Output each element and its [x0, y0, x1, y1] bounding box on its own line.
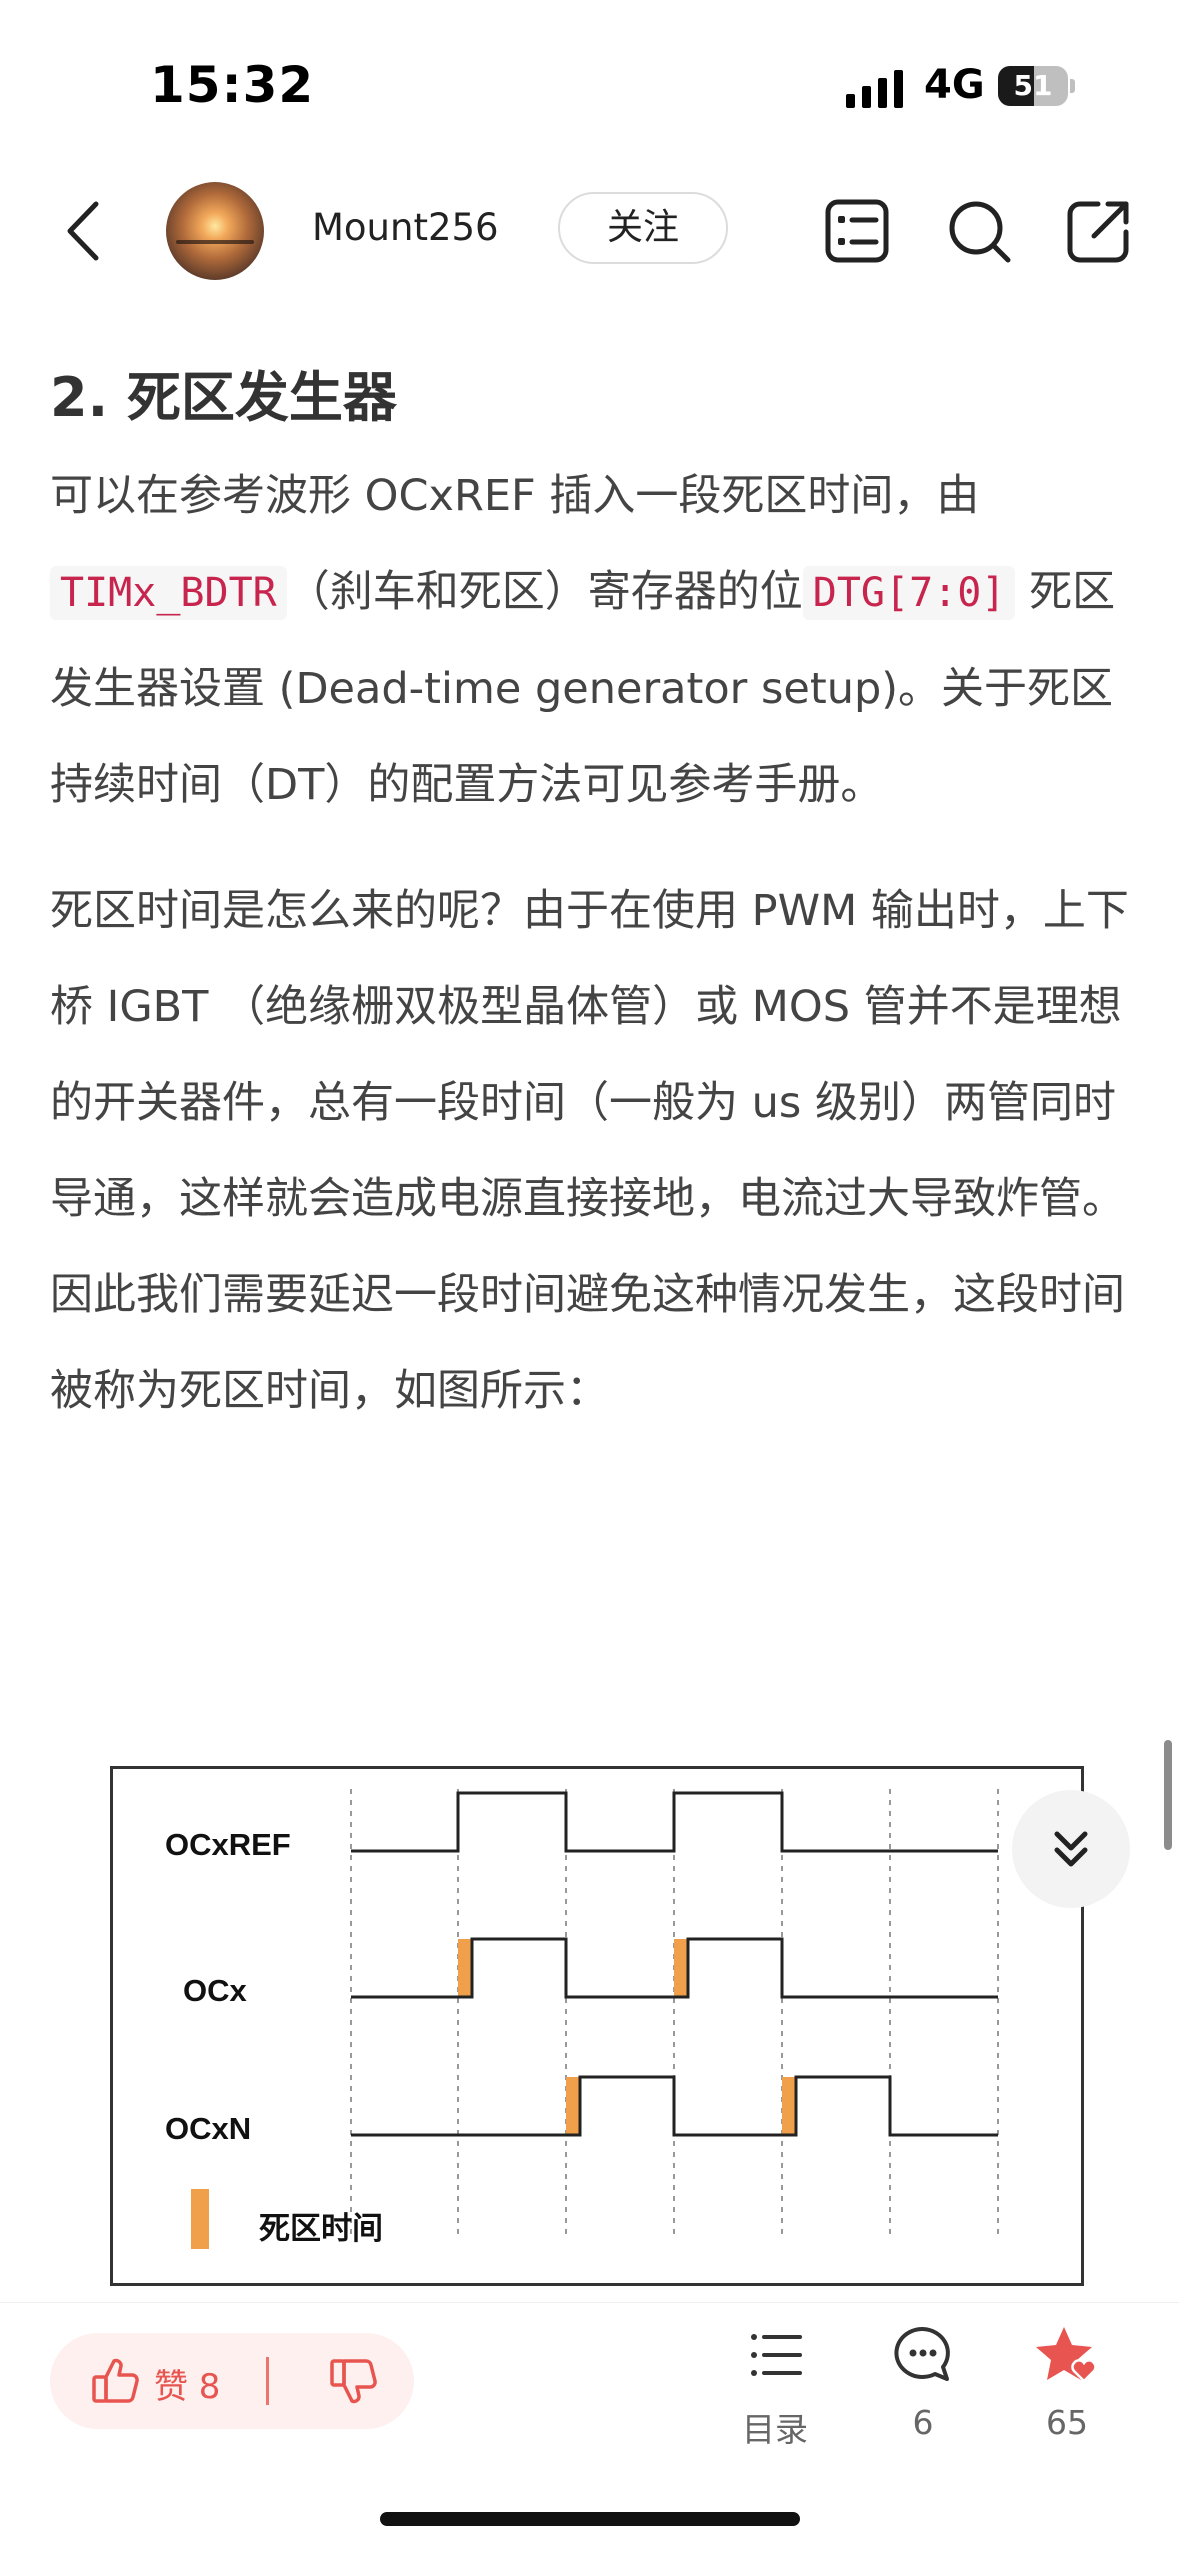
article-body: 2. 死区发生器 可以在参考波形 OCxREF 插入一段死区时间，由 TIMx_…	[50, 360, 1140, 1439]
legend-label: 死区时间	[259, 2211, 383, 2246]
reaction-pill: 赞 8	[50, 2333, 414, 2429]
deadtime-mark	[566, 2077, 580, 2135]
list-icon[interactable]	[822, 196, 892, 266]
dislike-button[interactable]	[306, 2333, 402, 2429]
deadtime-mark	[782, 2077, 796, 2135]
like-count-label: 赞 8	[154, 2367, 221, 2407]
thumbs-down-icon	[330, 2359, 377, 2404]
section-title: 2. 死区发生器	[50, 366, 397, 429]
back-arrow-icon[interactable]	[60, 196, 110, 266]
paragraph-deadtime-intro: 可以在参考波形 OCxREF 插入一段死区时间，由 TIMx_BDTR （刹车和死…	[50, 448, 1140, 833]
star-favorite-icon	[1036, 2327, 1097, 2383]
signal-icon	[846, 70, 903, 108]
like-button[interactable]: 赞 8	[90, 2333, 270, 2429]
avatar[interactable]	[166, 182, 264, 280]
battery-icon: 51	[998, 66, 1075, 106]
author-name[interactable]: Mount256	[312, 206, 499, 249]
article-header: Mount256 关注	[0, 170, 1179, 290]
paragraph-text: （刹车和死区）寄存器的位	[286, 567, 803, 617]
deadtime-mark	[674, 1939, 688, 1997]
signal-label-ocx: OCx	[183, 1973, 247, 2008]
toc-button[interactable]: 目录	[720, 2323, 830, 2453]
favorite-button[interactable]: 65	[1012, 2323, 1122, 2453]
scrollbar[interactable]	[1164, 1740, 1172, 1850]
signal-label-ocxn: OCxN	[165, 2111, 252, 2146]
inline-code-bits: DTG[7:0]	[802, 566, 1016, 620]
comment-button[interactable]: 6	[868, 2323, 978, 2453]
paragraph-text: 可以在参考波形 OCxREF 插入一段死区时间，由	[50, 471, 980, 521]
toc-label: 目录	[742, 2410, 808, 2449]
search-icon[interactable]	[944, 196, 1014, 266]
ocxref-waveform	[351, 1791, 998, 1853]
paragraph-deadtime-reason: 死区时间是怎么来的呢？由于在使用 PWM 输出时，上下桥 IGBT （绝缘栅双极…	[50, 886, 1129, 1416]
deadtime-mark	[458, 1939, 472, 1997]
divider	[266, 2357, 269, 2405]
battery-level: 51	[1013, 69, 1053, 102]
thumbs-up-icon	[92, 2358, 139, 2403]
status-time: 15:32	[150, 56, 315, 114]
ocxn-waveform	[351, 2075, 998, 2137]
inline-code-register: TIMx_BDTR	[50, 566, 287, 620]
comment-icon	[894, 2326, 950, 2381]
deadtime-diagram: OCxREF OCx OCxN 死区时间	[110, 1766, 1084, 2286]
share-icon[interactable]	[1064, 196, 1134, 266]
scroll-down-button[interactable]	[1012, 1790, 1130, 1908]
comment-count: 6	[912, 2403, 934, 2442]
home-indicator[interactable]	[380, 2512, 800, 2526]
legend-swatch	[191, 2189, 209, 2249]
network-type: 4G	[924, 62, 985, 108]
double-chevron-down-icon	[1054, 1831, 1088, 1867]
favorite-count: 65	[1046, 2403, 1088, 2442]
follow-button[interactable]: 关注	[558, 192, 728, 264]
list-menu-icon	[751, 2334, 802, 2376]
status-bar: 15:32 4G 51	[0, 0, 1179, 170]
signal-label-ocxref: OCxREF	[165, 1827, 291, 1862]
